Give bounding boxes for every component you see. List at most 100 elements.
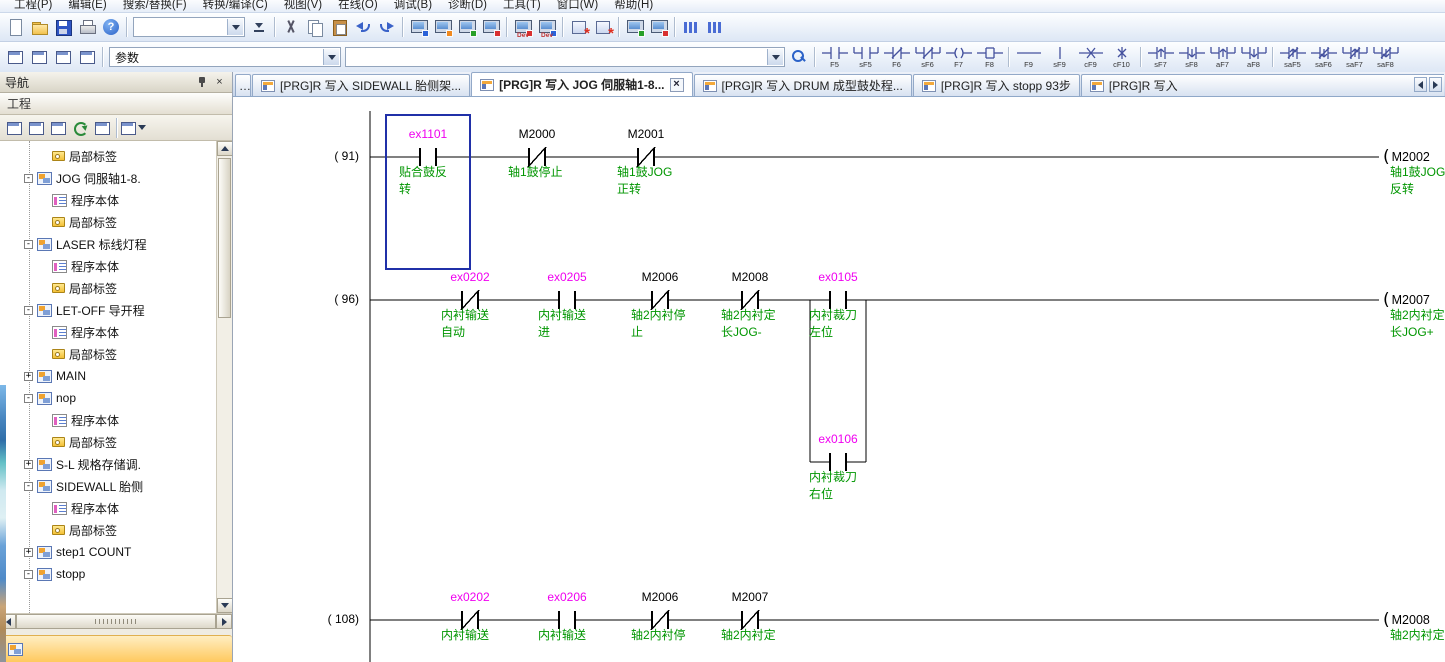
menu-item[interactable]: 调试(B): [386, 0, 440, 13]
expand-icon[interactable]: +: [24, 548, 33, 557]
expand-icon[interactable]: +: [24, 372, 33, 381]
tree-item[interactable]: 局部标签: [0, 145, 232, 167]
filter-button[interactable]: [91, 117, 112, 138]
ladder-symbol-saF5-button[interactable]: saF5: [1277, 43, 1308, 71]
new-data-button[interactable]: [3, 117, 24, 138]
ladder-symbol-F7-button[interactable]: F7: [943, 43, 974, 71]
tree-item[interactable]: 局部标签: [0, 277, 232, 299]
document-tab[interactable]: [PRG]R 写入: [1081, 74, 1444, 96]
parameter-combobox[interactable]: 参数: [109, 47, 341, 67]
menu-item[interactable]: 诊断(D): [440, 0, 495, 13]
menu-item[interactable]: 编辑(E): [60, 0, 114, 13]
ladder-symbol-cF10-button[interactable]: cF10: [1106, 43, 1137, 71]
menu-item[interactable]: 搜索/替换(F): [115, 0, 195, 13]
refresh-button[interactable]: [69, 117, 90, 138]
output-window-button[interactable]: [51, 45, 75, 69]
tree-horizontal-scrollbar[interactable]: [0, 613, 232, 629]
device-combobox[interactable]: [345, 47, 785, 67]
collapse-icon[interactable]: -: [24, 306, 33, 315]
all-fold-button[interactable]: [47, 117, 68, 138]
document-tab[interactable]: [PRG]R 写入 SIDEWALL 胎侧架...: [252, 74, 470, 96]
ladder-symbol-sF6-button[interactable]: sF6: [912, 43, 943, 71]
tree-item[interactable]: -LET-OFF 导开程: [0, 299, 232, 321]
open-button[interactable]: [27, 15, 51, 39]
tree-item[interactable]: 程序本体: [0, 497, 232, 519]
scroll-right-icon[interactable]: [216, 614, 232, 629]
menu-item[interactable]: 帮助(H): [606, 0, 661, 13]
all-expand-button[interactable]: [25, 117, 46, 138]
ladder-symbol-saF6-button[interactable]: saF6: [1308, 43, 1339, 71]
tree-item[interactable]: 程序本体: [0, 255, 232, 277]
document-tab[interactable]: …: [235, 74, 251, 96]
document-tab[interactable]: [PRG]R 写入 JOG 伺服轴1-8...×: [471, 72, 692, 96]
menu-item[interactable]: 在线(O): [330, 0, 386, 13]
tree-item[interactable]: 局部标签: [0, 431, 232, 453]
chevron-down-icon[interactable]: [323, 49, 339, 65]
tree-vertical-scrollbar[interactable]: [216, 141, 232, 613]
ladder-symbol-cF9-button[interactable]: cF9: [1075, 43, 1106, 71]
copy-button[interactable]: [303, 15, 327, 39]
read-from-plc-button[interactable]: [431, 15, 455, 39]
collapse-icon[interactable]: -: [24, 174, 33, 183]
ladder-symbol-sF5-button[interactable]: sF5: [850, 43, 881, 71]
tab-scroll-left-icon[interactable]: [1414, 77, 1427, 92]
device-monitor-write-button[interactable]: Dev: [511, 15, 535, 39]
cut-button[interactable]: [279, 15, 303, 39]
verify-with-plc-button[interactable]: [455, 15, 479, 39]
tree-item[interactable]: +S-L 规格存储调.: [0, 453, 232, 475]
tree-item[interactable]: 程序本体: [0, 409, 232, 431]
rebuild-all-button[interactable]: [591, 15, 615, 39]
menu-item[interactable]: 转换/编译(C): [195, 0, 276, 13]
tree-item[interactable]: -JOG 伺服轴1-8.: [0, 167, 232, 189]
toolbar-options-button[interactable]: [247, 15, 271, 39]
collapse-icon[interactable]: -: [24, 240, 33, 249]
display-setting-button[interactable]: [122, 117, 143, 138]
horizontal-scroll-thumb[interactable]: [16, 614, 216, 629]
pin-icon[interactable]: [194, 75, 209, 89]
tree-item[interactable]: -LASER 标线灯程: [0, 233, 232, 255]
print-button[interactable]: [75, 15, 99, 39]
tab-close-button[interactable]: ×: [670, 78, 684, 92]
project-view-button[interactable]: [0, 635, 232, 662]
menu-item[interactable]: 工程(P): [6, 0, 60, 13]
save-button[interactable]: [51, 15, 75, 39]
ladder-symbol-sF7-button[interactable]: sF7: [1145, 43, 1176, 71]
ladder-symbol-sF8-button[interactable]: sF8: [1176, 43, 1207, 71]
vertical-scroll-thumb[interactable]: [218, 158, 231, 318]
ladder-symbol-F8-button[interactable]: F8: [974, 43, 1005, 71]
tree-item[interactable]: +step1 COUNT: [0, 541, 232, 563]
tree-item[interactable]: -stopp: [0, 563, 232, 585]
tree-item[interactable]: +MAIN: [0, 365, 232, 387]
tree-item[interactable]: 局部标签: [0, 343, 232, 365]
scroll-down-icon[interactable]: [217, 598, 232, 613]
ladder-symbol-aF7-button[interactable]: aF7: [1207, 43, 1238, 71]
tree-item[interactable]: -nop: [0, 387, 232, 409]
chevron-down-icon[interactable]: [227, 19, 243, 35]
collapse-icon[interactable]: -: [24, 394, 33, 403]
tree-item[interactable]: 程序本体: [0, 321, 232, 343]
tree-item[interactable]: -SIDEWALL 胎侧: [0, 475, 232, 497]
help-button[interactable]: [99, 15, 123, 39]
new-button[interactable]: [3, 15, 27, 39]
monitor-stop-button[interactable]: [647, 15, 671, 39]
ladder-symbol-F5-button[interactable]: F5: [819, 43, 850, 71]
document-tab[interactable]: [PRG]R 写入 DRUM 成型鼓处程...: [694, 74, 912, 96]
chevron-down-icon[interactable]: [767, 49, 783, 65]
element-selection-window-button[interactable]: [27, 45, 51, 69]
tab-scroll-right-icon[interactable]: [1429, 77, 1442, 92]
undo-button[interactable]: [351, 15, 375, 39]
paste-button[interactable]: [327, 15, 351, 39]
ladder-symbol-saF7-button[interactable]: saF7: [1339, 43, 1370, 71]
ladder-symbol-F6-button[interactable]: F6: [881, 43, 912, 71]
expand-icon[interactable]: +: [24, 460, 33, 469]
ladder-editor[interactable]: ( 91)ex1101贴合鼓反 转M2000轴1鼓停止M2001轴1鼓JOG 正…: [233, 97, 1445, 662]
menu-item[interactable]: 视图(V): [276, 0, 330, 13]
ladder-symbol-sF9-button[interactable]: sF9: [1044, 43, 1075, 71]
toolbar-combobox[interactable]: [133, 17, 245, 37]
tree-item[interactable]: 程序本体: [0, 189, 232, 211]
document-tab[interactable]: [PRG]R 写入 stopp 93步: [913, 74, 1080, 96]
watch-window-2-button[interactable]: [703, 15, 727, 39]
watch-window-1-button[interactable]: [679, 15, 703, 39]
ladder-symbol-saF8-button[interactable]: saF8: [1370, 43, 1401, 71]
redo-button[interactable]: [375, 15, 399, 39]
